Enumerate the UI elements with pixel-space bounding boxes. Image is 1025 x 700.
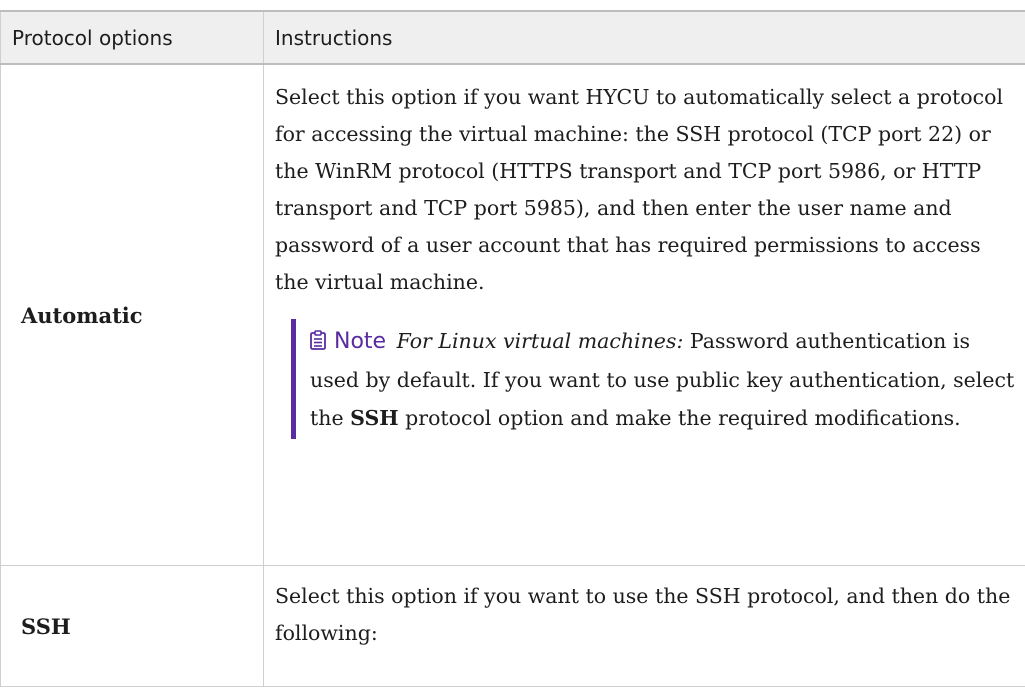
column-header-protocol-options: Protocol options (0, 10, 264, 65)
instruction-cell: Select this option if you want to use th… (263, 565, 1025, 687)
protocol-options-table-container: Protocol options Instructions Automatic … (0, 10, 1025, 687)
option-automatic: Automatic (0, 63, 264, 566)
table-row: Automatic Select this option if you want… (0, 63, 1025, 566)
note-text-after: protocol option and make the required mo… (398, 406, 961, 430)
table-header-row: Protocol options Instructions (0, 10, 1025, 65)
note-title: Note (334, 329, 387, 354)
table-row: SSH Select this option if you want to us… (0, 565, 1025, 687)
note-callout: Note For Linux virtual machines: Passwor… (291, 319, 1017, 439)
instruction-cell: Select this option if you want HYCU to a… (263, 63, 1025, 566)
note-intro: For Linux virtual machines: (396, 329, 684, 353)
instruction-text: Select this option if you want to use th… (275, 584, 1011, 645)
clipboard-note-icon (310, 324, 326, 350)
protocol-options-table: Protocol options Instructions Automatic … (0, 10, 1025, 687)
column-header-instructions: Instructions (263, 10, 1025, 65)
option-ssh: SSH (0, 565, 264, 687)
note-bold-ssh: SSH (350, 406, 399, 430)
instruction-text: Select this option if you want HYCU to a… (275, 85, 1004, 294)
